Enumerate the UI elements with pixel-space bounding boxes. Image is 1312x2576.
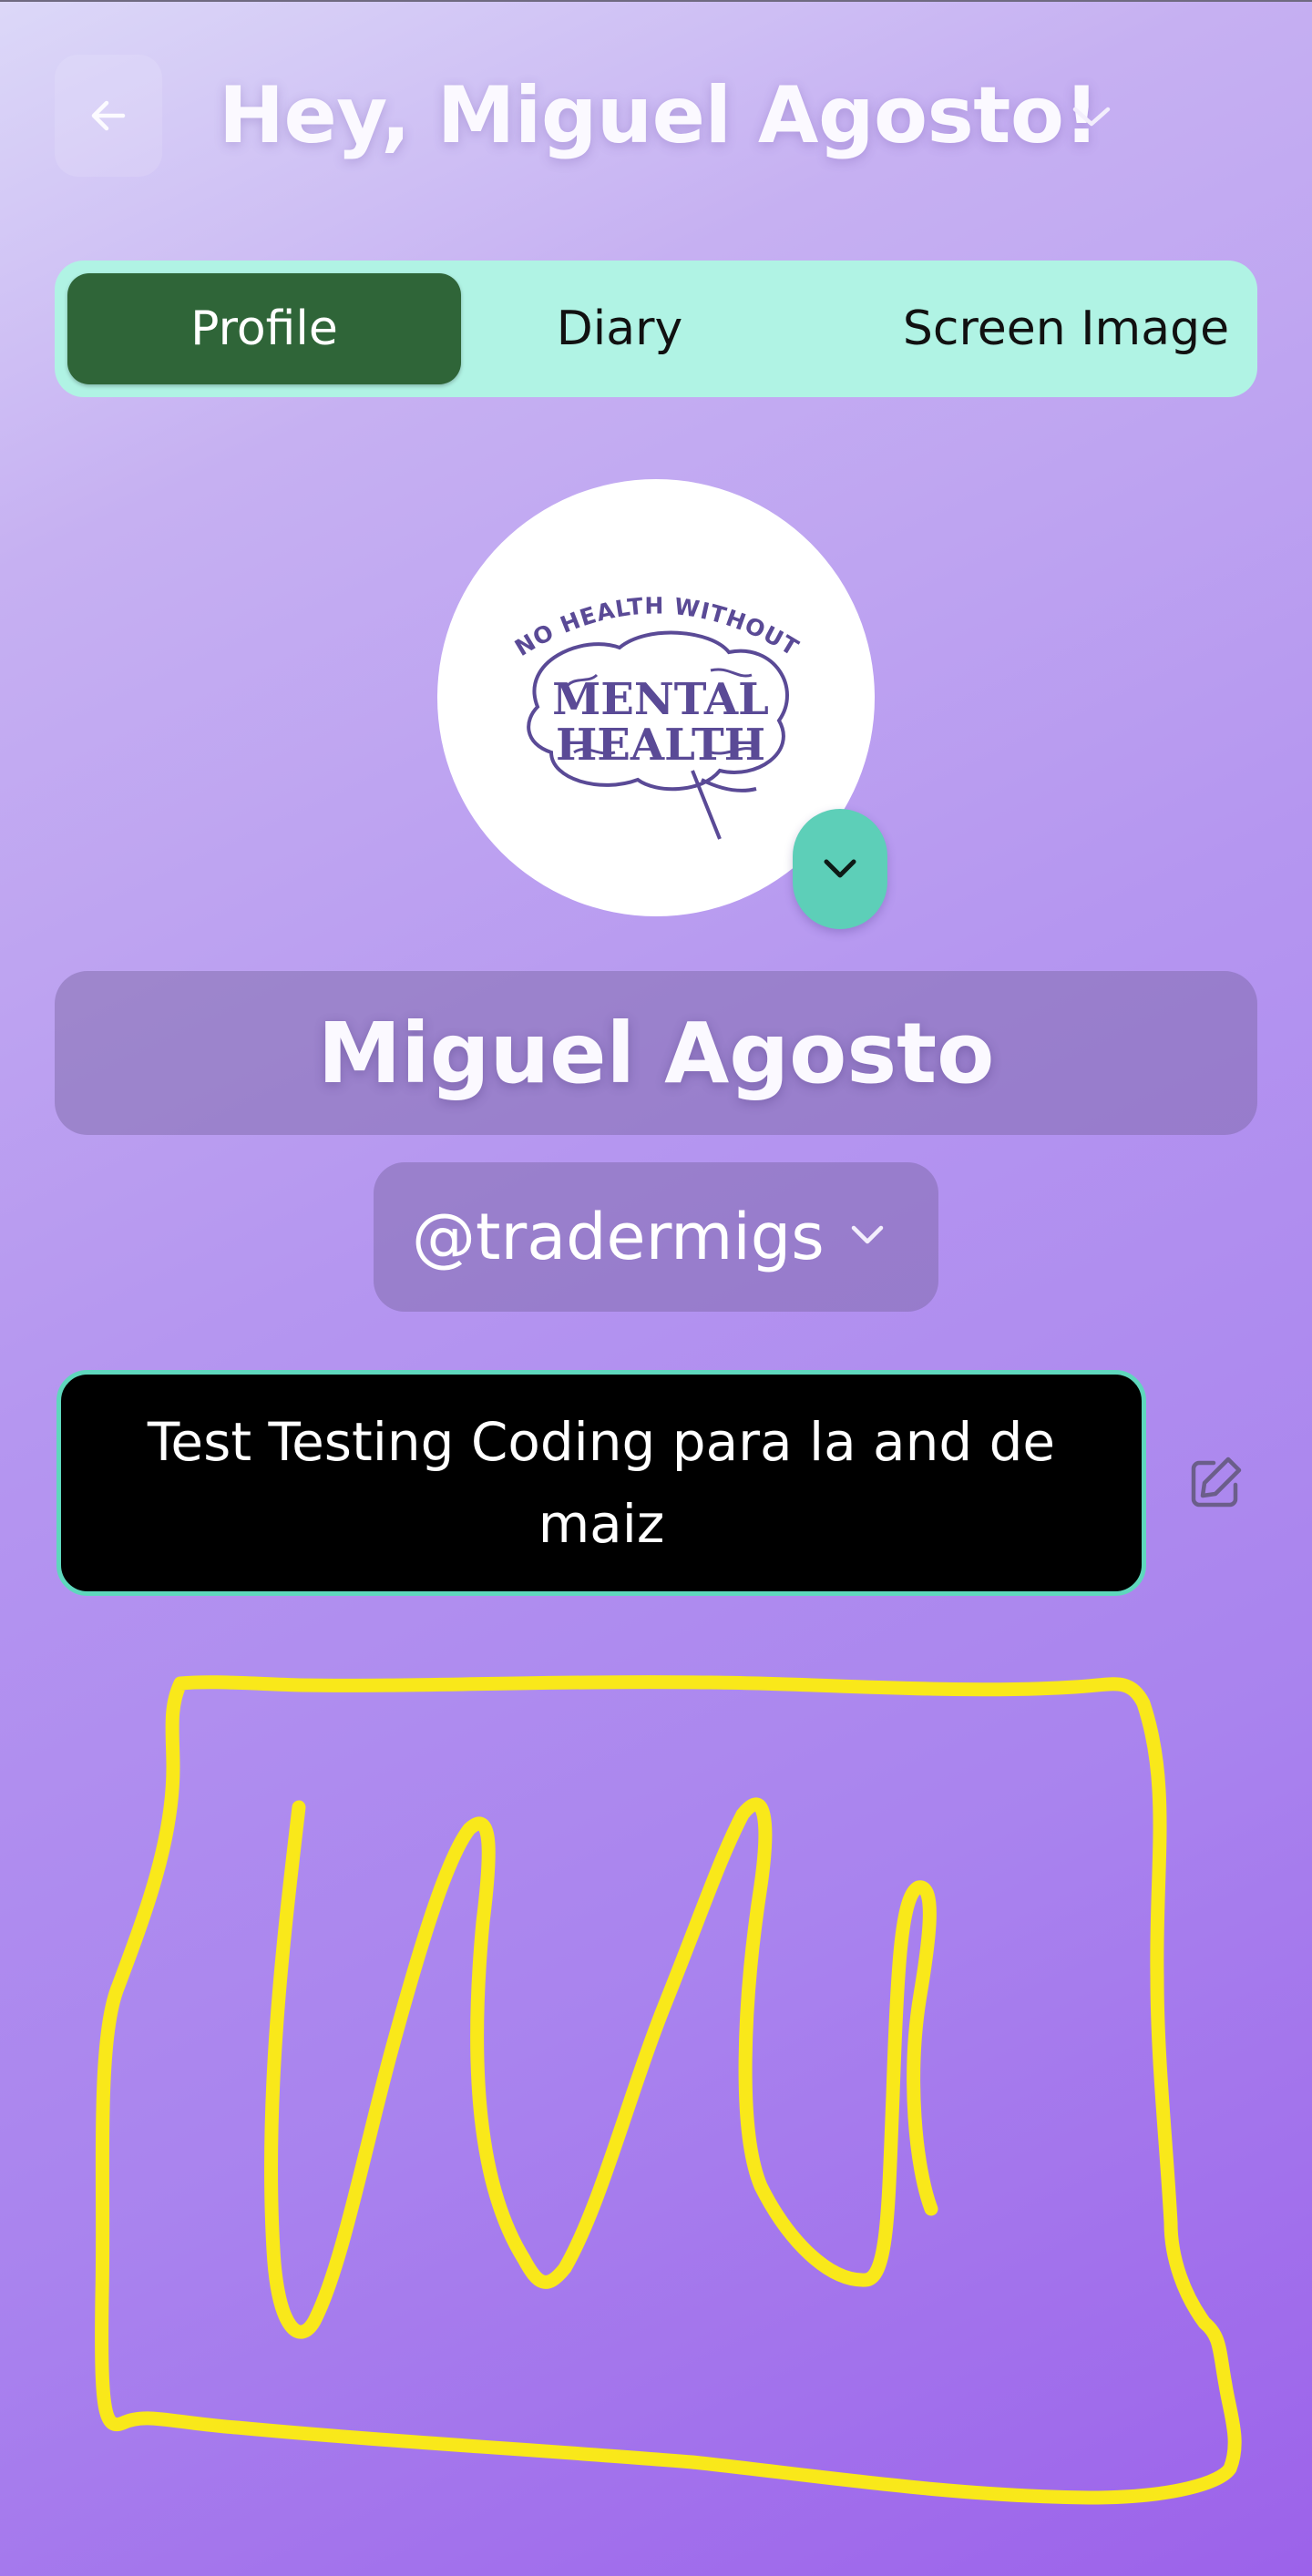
avatar-options-button[interactable]: [793, 809, 887, 929]
tab-profile[interactable]: Profile: [67, 273, 461, 384]
chevron-down-icon: [851, 1225, 884, 1244]
handle-selector[interactable]: @tradermigs: [374, 1162, 938, 1312]
display-name-field: Miguel Agosto: [55, 971, 1257, 1135]
svg-text:NO HEALTH WITHOUT: NO HEALTH WITHOUT: [510, 592, 804, 661]
username-handle: @tradermigs: [412, 1200, 825, 1274]
tab-screen-image[interactable]: Screen Image: [875, 273, 1257, 384]
arrow-left-icon: [91, 100, 126, 131]
svg-text:HEALTH: HEALTH: [556, 720, 765, 771]
chevron-down-icon[interactable]: [1068, 98, 1115, 135]
drawing-canvas[interactable]: [0, 1621, 1312, 2576]
pencil-square-icon[interactable]: [1186, 1454, 1245, 1512]
top-border: [0, 0, 1312, 2]
chevron-down-icon: [824, 859, 856, 878]
tab-diary[interactable]: Diary: [483, 273, 756, 384]
drawing-stroke: [95, 1675, 1242, 2505]
svg-text:MENTAL: MENTAL: [552, 674, 769, 725]
greeting-title: Hey, Miguel Agosto!: [219, 70, 1100, 161]
back-button[interactable]: [55, 55, 162, 177]
tab-bar: Profile Diary Screen Image: [55, 261, 1257, 397]
bio-text-box: Test Testing Coding para la and de maiz: [56, 1370, 1146, 1596]
bio-text: Test Testing Coding para la and de maiz: [147, 1411, 1056, 1555]
display-name: Miguel Agosto: [317, 1004, 995, 1102]
